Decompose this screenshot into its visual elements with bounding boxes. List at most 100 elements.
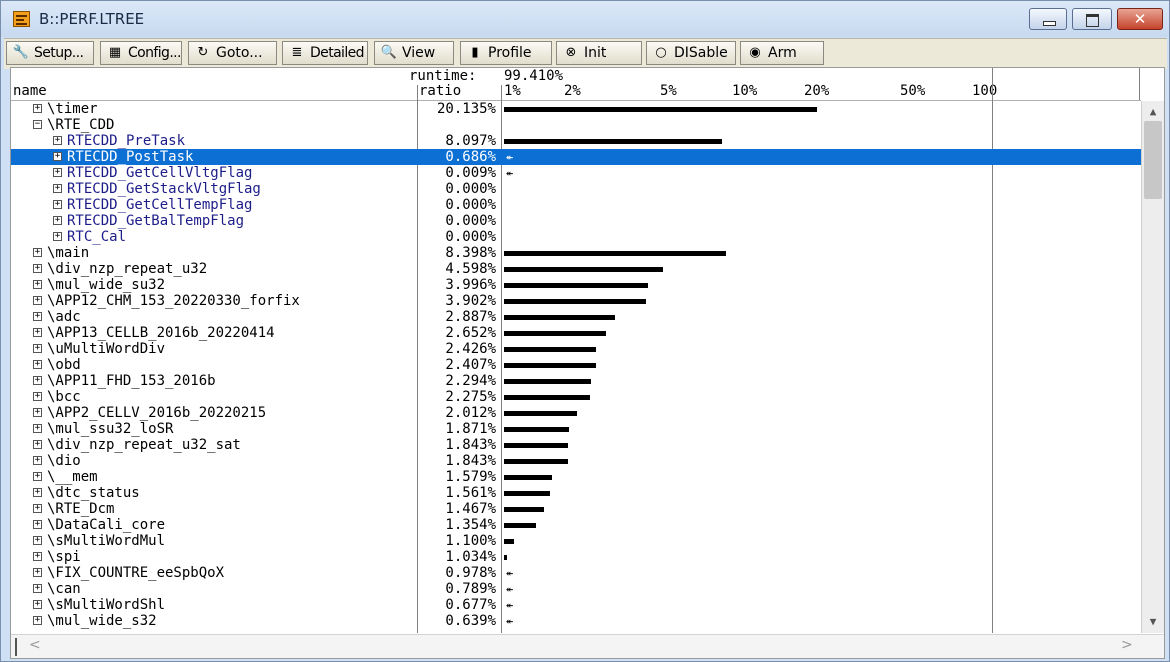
tree-row[interactable]: + \mul_wide_su32 3.996%: [11, 277, 1141, 293]
expand-icon[interactable]: +: [33, 536, 42, 545]
tree-row[interactable]: + RTECDD_GetBalTempFlag 0.000%: [11, 213, 1141, 229]
expand-icon[interactable]: +: [53, 184, 62, 193]
scroll-down-arrow-icon[interactable]: ▼: [1142, 613, 1164, 631]
expand-icon[interactable]: +: [33, 488, 42, 497]
toolbar-button-goto[interactable]: ↻ Goto...: [188, 41, 277, 65]
toolbar-button-arm[interactable]: ◉ Arm: [740, 41, 824, 65]
expand-icon[interactable]: +: [33, 408, 42, 417]
tree-row[interactable]: + \mul_wide_s32 0.639% ↞: [11, 613, 1141, 629]
row-ratio: 0.000%: [445, 181, 496, 197]
row-ratio: 1.467%: [445, 501, 496, 517]
expand-icon[interactable]: +: [33, 584, 42, 593]
tree-row[interactable]: + \sMultiWordMul 1.100%: [11, 533, 1141, 549]
expand-icon[interactable]: +: [33, 440, 42, 449]
tree-row[interactable]: + \dio 1.843%: [11, 453, 1141, 469]
tree-row[interactable]: + \obd 2.407%: [11, 357, 1141, 373]
expand-icon[interactable]: +: [33, 472, 42, 481]
tree-row[interactable]: + \main 8.398%: [11, 245, 1141, 261]
expand-icon[interactable]: +: [33, 568, 42, 577]
tree-row[interactable]: + \can 0.789% ↞: [11, 581, 1141, 597]
tree-row[interactable]: + \mul_ssu32_loSR 1.871%: [11, 421, 1141, 437]
tree-row[interactable]: + \APP11_FHD_153_2016b 2.294%: [11, 373, 1141, 389]
toolbar-button-config[interactable]: ▦ Config...: [100, 41, 182, 65]
tree-row[interactable]: + RTECDD_PostTask 0.686% ↞: [11, 149, 1141, 165]
expand-icon[interactable]: +: [33, 248, 42, 257]
title-bar[interactable]: B::PERF.LTREE ✕: [1, 1, 1169, 37]
row-name: \APP2_CELLV_2016b_20220215: [47, 405, 267, 421]
toolbar-button-view[interactable]: 🔍 View: [374, 41, 454, 65]
row-name: \can: [47, 581, 81, 597]
expand-icon[interactable]: +: [33, 616, 42, 625]
tree-row[interactable]: + RTECDD_GetStackVltgFlag 0.000%: [11, 181, 1141, 197]
row-name: \main: [47, 245, 90, 261]
expand-icon[interactable]: +: [33, 328, 42, 337]
scroll-left-arrow-icon[interactable]: <: [29, 637, 41, 653]
tree-row[interactable]: + \uMultiWordDiv 2.426%: [11, 341, 1141, 357]
close-button[interactable]: ✕: [1117, 8, 1163, 30]
tree-row[interactable]: + \div_nzp_repeat_u32_sat 1.843%: [11, 437, 1141, 453]
expand-icon[interactable]: +: [53, 168, 62, 177]
tree-row[interactable]: + \APP2_CELLV_2016b_20220215 2.012%: [11, 405, 1141, 421]
expand-icon[interactable]: +: [53, 152, 62, 161]
horizontal-scrollbar[interactable]: < >: [11, 634, 1164, 658]
expand-icon[interactable]: +: [33, 280, 42, 289]
tree-row[interactable]: + \APP13_CELLB_2016b_20220414 2.652%: [11, 325, 1141, 341]
expand-icon[interactable]: +: [53, 136, 62, 145]
tree-row[interactable]: + RTECDD_GetCellVltgFlag 0.009% ↞: [11, 165, 1141, 181]
tree-row[interactable]: + \DataCali_core 1.354%: [11, 517, 1141, 533]
toolbar-button-detailed[interactable]: ≣ Detailed: [282, 41, 368, 65]
expand-icon[interactable]: +: [33, 600, 42, 609]
row-name: \mul_wide_s32: [47, 613, 157, 629]
minimize-button[interactable]: [1029, 8, 1067, 30]
toolbar-button-setup[interactable]: 🔧 Setup...: [6, 41, 94, 65]
tree-row[interactable]: + \spi 1.034%: [11, 549, 1141, 565]
ratio-bar: [504, 411, 577, 416]
expand-icon[interactable]: +: [33, 264, 42, 273]
tree-row[interactable]: + RTECDD_GetCellTempFlag 0.000%: [11, 197, 1141, 213]
tree-row[interactable]: + RTC_Cal 0.000%: [11, 229, 1141, 245]
maximize-icon: [1086, 14, 1099, 27]
expand-icon[interactable]: +: [33, 104, 42, 113]
toolbar-button-init[interactable]: ⊗ Init: [556, 41, 642, 65]
scroll-right-arrow-icon[interactable]: >: [1121, 637, 1133, 653]
toolbar-button-disable[interactable]: ○ DISable: [646, 41, 736, 65]
expand-icon[interactable]: +: [33, 296, 42, 305]
expand-icon[interactable]: +: [33, 376, 42, 385]
expand-icon[interactable]: +: [33, 360, 42, 369]
collapse-icon[interactable]: −: [33, 120, 42, 129]
toolbar-button-profile[interactable]: ▮ Profile: [460, 41, 552, 65]
scroll-thumb[interactable]: [1144, 121, 1162, 199]
maximize-button[interactable]: [1072, 8, 1112, 30]
tree-row[interactable]: + \dtc_status 1.561%: [11, 485, 1141, 501]
ratio-bar: [504, 427, 569, 432]
scroll-up-arrow-icon[interactable]: ▲: [1142, 103, 1164, 121]
vertical-scrollbar[interactable]: ▲ ▼: [1141, 101, 1164, 633]
expand-icon[interactable]: +: [33, 344, 42, 353]
row-name: \sMultiWordMul: [47, 533, 166, 549]
tree-row[interactable]: + RTECDD_PreTask 8.097%: [11, 133, 1141, 149]
name-column-header[interactable]: name: [13, 83, 47, 99]
expand-icon[interactable]: +: [33, 504, 42, 513]
expand-icon[interactable]: +: [33, 312, 42, 321]
expand-icon[interactable]: +: [53, 200, 62, 209]
expand-icon[interactable]: +: [33, 552, 42, 561]
expand-icon[interactable]: +: [33, 392, 42, 401]
tree-row[interactable]: + \div_nzp_repeat_u32 4.598%: [11, 261, 1141, 277]
expand-icon[interactable]: +: [53, 232, 62, 241]
expand-icon[interactable]: +: [33, 456, 42, 465]
tree-row[interactable]: + \timer 20.135%: [11, 101, 1141, 117]
tree-row[interactable]: − \RTE_CDD: [11, 117, 1141, 133]
tree-row[interactable]: + \RTE_Dcm 1.467%: [11, 501, 1141, 517]
ratio-column-header[interactable]: ratio: [419, 83, 461, 99]
expand-icon[interactable]: +: [53, 216, 62, 225]
row-ratio: 0.978%: [445, 565, 496, 581]
tree-row[interactable]: + \bcc 2.275%: [11, 389, 1141, 405]
row-name: \APP12_CHM_153_20220330_forfix: [47, 293, 300, 309]
expand-icon[interactable]: +: [33, 424, 42, 433]
tree-row[interactable]: + \adc 2.887%: [11, 309, 1141, 325]
tree-row[interactable]: + \FIX_COUNTRE_eeSpbQoX 0.978% ↞: [11, 565, 1141, 581]
tree-row[interactable]: + \APP12_CHM_153_20220330_forfix 3.902%: [11, 293, 1141, 309]
expand-icon[interactable]: +: [33, 520, 42, 529]
tree-row[interactable]: + \sMultiWordShl 0.677% ↞: [11, 597, 1141, 613]
tree-row[interactable]: + \__mem 1.579%: [11, 469, 1141, 485]
